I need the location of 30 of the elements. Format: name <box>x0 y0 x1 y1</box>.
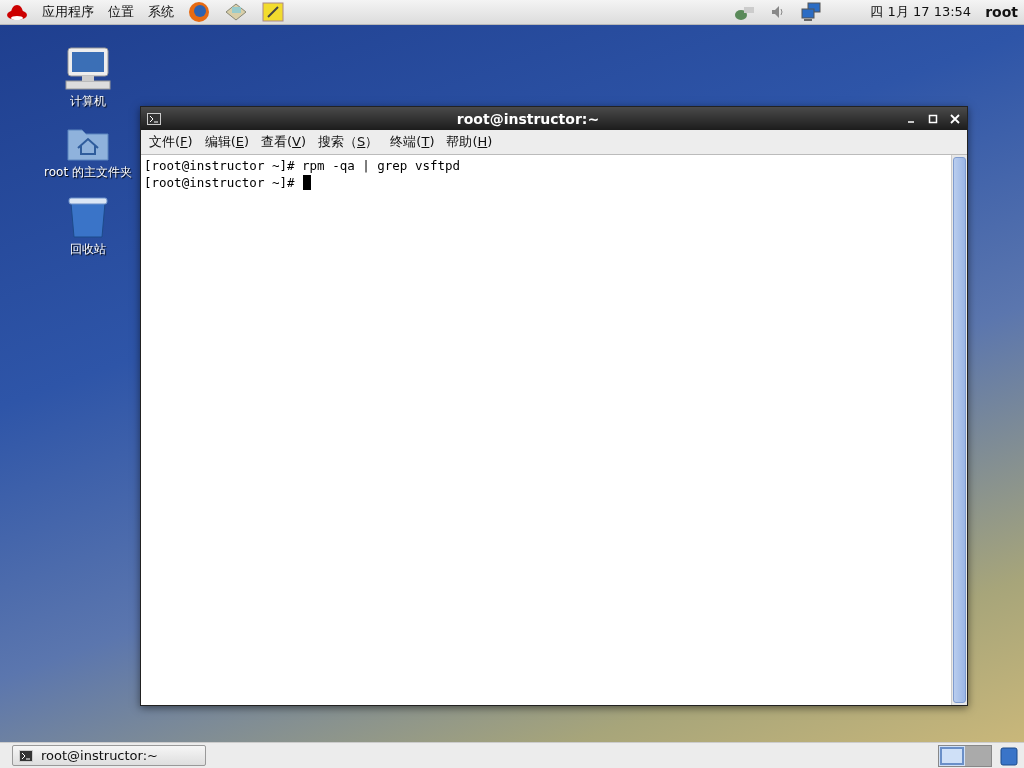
workspace-button[interactable] <box>939 745 965 766</box>
browser-globe-icon[interactable] <box>188 1 210 23</box>
desktop-icon-label[interactable]: 计算机 <box>70 93 106 110</box>
text-cursor <box>302 175 311 190</box>
desktop-icon-label[interactable]: root 的主文件夹 <box>44 164 132 181</box>
note-pencil-icon[interactable] <box>262 2 284 22</box>
panel-menu[interactable]: 系统 <box>148 3 174 21</box>
network-computers-icon[interactable] <box>800 2 823 22</box>
window-title: root@instructor:~ <box>455 110 601 127</box>
desktop-icon-label[interactable]: 回收站 <box>70 241 106 258</box>
menu-item[interactable]: 查看(V) <box>261 133 307 151</box>
menu-item[interactable]: 帮助(H) <box>446 133 493 151</box>
maximize-icon[interactable] <box>927 112 939 125</box>
menu-item[interactable]: 搜索（S） <box>318 133 379 151</box>
panel-menu[interactable]: 位置 <box>108 3 134 21</box>
taskbar-window-button[interactable]: root@instructor:~ <box>12 745 206 766</box>
panel-clock[interactable]: 四 1月 17 13:54 <box>870 3 972 21</box>
menu-item[interactable]: 编辑(E) <box>204 133 249 151</box>
computer-icon <box>64 47 112 91</box>
terminal-line: [root@instructor ~]# <box>144 174 295 191</box>
panel-user[interactable]: root <box>985 4 1018 20</box>
menu-item[interactable]: 终端(T) <box>390 133 435 151</box>
hat-logo-icon[interactable] <box>6 3 28 21</box>
menu-item[interactable]: 文件(F) <box>149 133 193 151</box>
close-icon[interactable] <box>949 112 961 125</box>
panel-menu[interactable]: 应用程序 <box>42 3 94 21</box>
terminal-icon <box>147 112 161 125</box>
terminal-line: [root@instructor ~]# rpm -qa | grep vsftpd <box>144 157 461 174</box>
terminal-icon <box>19 749 33 762</box>
mail-envelope-icon[interactable] <box>224 2 248 22</box>
